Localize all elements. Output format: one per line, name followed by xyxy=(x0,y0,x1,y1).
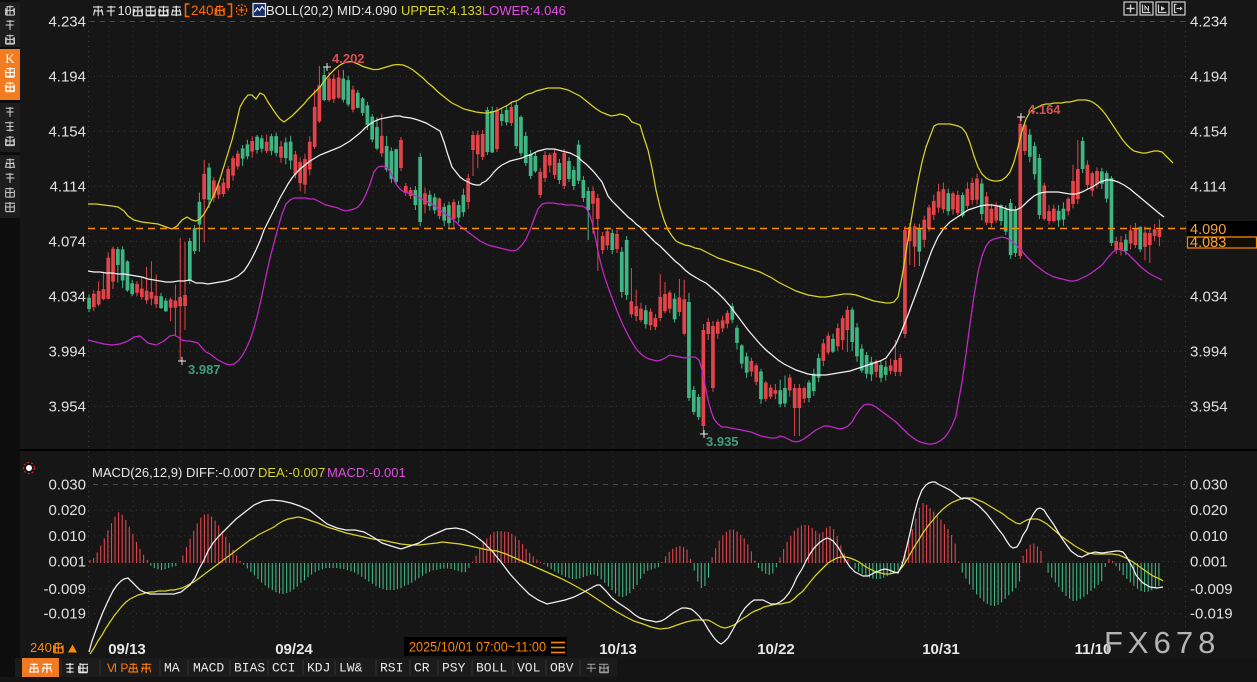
svg-text:MACD: MACD xyxy=(193,661,224,676)
svg-text:OBV: OBV xyxy=(550,661,574,676)
svg-text:DIFF:-0.007: DIFF:-0.007 xyxy=(186,465,255,480)
svg-text:4.034: 4.034 xyxy=(48,288,86,305)
svg-text:4: 4 xyxy=(37,640,44,655)
svg-text:3.994: 3.994 xyxy=(1190,343,1228,360)
svg-text:3.935: 3.935 xyxy=(706,434,739,449)
svg-text:0: 0 xyxy=(45,640,52,655)
svg-text:3.954: 3.954 xyxy=(1190,398,1228,415)
svg-text:0: 0 xyxy=(125,4,132,18)
svg-text:3.954: 3.954 xyxy=(48,398,86,415)
svg-text:K: K xyxy=(5,51,15,66)
svg-text:P: P xyxy=(120,661,128,675)
svg-text:BIAS: BIAS xyxy=(234,661,265,676)
svg-text:4.202: 4.202 xyxy=(332,51,365,66)
svg-text:CCI: CCI xyxy=(272,661,295,676)
svg-text:4.154: 4.154 xyxy=(1190,123,1228,140)
svg-text:2: 2 xyxy=(30,640,37,655)
svg-text:4.114: 4.114 xyxy=(1190,178,1226,195)
svg-text:0.020: 0.020 xyxy=(48,502,86,519)
svg-text:4.083: 4.083 xyxy=(1190,235,1226,251)
svg-text:LOWER:4.046: LOWER:4.046 xyxy=(482,3,566,18)
svg-text:09/13: 09/13 xyxy=(108,641,146,658)
svg-text:4.154: 4.154 xyxy=(48,123,86,140)
svg-text:-0.009: -0.009 xyxy=(1190,581,1233,598)
svg-text:0.010: 0.010 xyxy=(48,528,86,545)
svg-text:BOLL(20,2): BOLL(20,2) xyxy=(266,3,333,18)
svg-text:0.020: 0.020 xyxy=(1190,502,1228,519)
svg-text:0.030: 0.030 xyxy=(1190,477,1228,494)
svg-text:4.114: 4.114 xyxy=(50,178,86,195)
svg-text:4.034: 4.034 xyxy=(1190,288,1228,305)
svg-text:BOLL: BOLL xyxy=(476,661,507,676)
svg-text:10/22: 10/22 xyxy=(757,641,795,658)
svg-text:-0.019: -0.019 xyxy=(43,606,86,623)
svg-text:0.001: 0.001 xyxy=(48,554,86,571)
svg-text:-0.009: -0.009 xyxy=(43,581,86,598)
svg-text:3.987: 3.987 xyxy=(188,362,221,377)
svg-text:RSI: RSI xyxy=(380,661,403,676)
svg-text:VOL: VOL xyxy=(517,661,540,676)
svg-text:4.164: 4.164 xyxy=(1028,102,1061,117)
svg-text:FX678: FX678 xyxy=(1104,625,1220,660)
svg-text:MA: MA xyxy=(164,661,180,676)
svg-text:KDJ: KDJ xyxy=(307,661,330,676)
svg-text:DEA:-0.007: DEA:-0.007 xyxy=(258,465,325,480)
svg-text:LW&: LW& xyxy=(339,661,363,676)
svg-text:4.194: 4.194 xyxy=(1190,68,1228,85)
svg-text:240: 240 xyxy=(191,3,214,18)
svg-text:3.994: 3.994 xyxy=(48,343,86,360)
svg-text:-0.019: -0.019 xyxy=(1190,606,1233,623)
svg-text:4.074: 4.074 xyxy=(48,233,86,250)
svg-text:MACD:-0.001: MACD:-0.001 xyxy=(327,465,406,480)
svg-text:09/24: 09/24 xyxy=(275,641,313,658)
svg-text:4.234: 4.234 xyxy=(1190,13,1228,30)
svg-text:4.194: 4.194 xyxy=(48,68,86,85)
svg-text:UPPER:4.133: UPPER:4.133 xyxy=(401,3,482,18)
svg-text:4.234: 4.234 xyxy=(48,13,86,30)
svg-text:0.030: 0.030 xyxy=(48,477,86,494)
svg-text:CR: CR xyxy=(414,661,430,676)
svg-text:2025/10/01 07:00~11:00: 2025/10/01 07:00~11:00 xyxy=(409,640,546,655)
svg-text:1: 1 xyxy=(118,4,125,18)
svg-text:MACD(26,12,9): MACD(26,12,9) xyxy=(92,465,182,480)
svg-text:10/13: 10/13 xyxy=(599,641,637,658)
svg-text:I: I xyxy=(114,661,117,675)
svg-text:10/31: 10/31 xyxy=(922,641,960,658)
svg-text:0.010: 0.010 xyxy=(1190,528,1228,545)
svg-text:MID:4.090: MID:4.090 xyxy=(337,3,397,18)
svg-text:0.001: 0.001 xyxy=(1190,554,1228,571)
svg-text:PSY: PSY xyxy=(442,661,466,676)
